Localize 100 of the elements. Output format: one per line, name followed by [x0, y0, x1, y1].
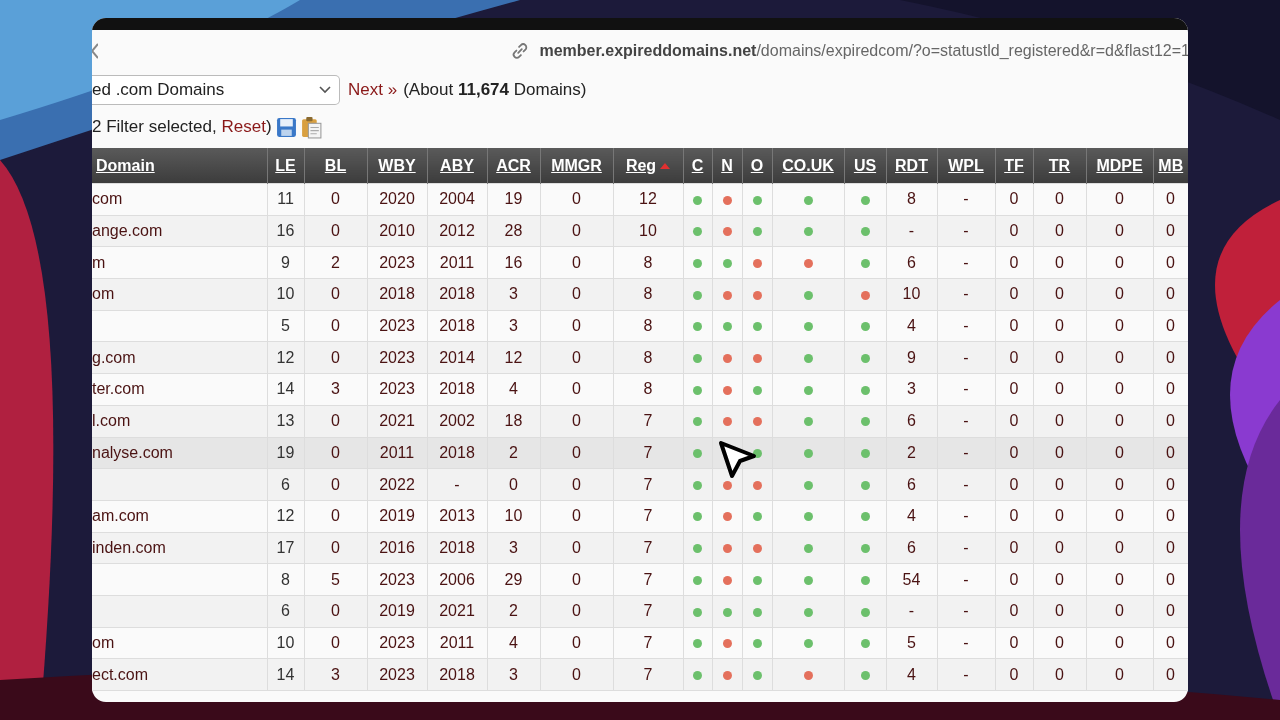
table-cell: 0 [1055, 412, 1064, 430]
table-cell: 10 [639, 222, 657, 240]
table-cell: 2 [509, 602, 518, 620]
table-cell: 54 [902, 570, 921, 588]
column-header[interactable]: WPL [937, 148, 995, 184]
table-cell: 0 [1009, 253, 1019, 271]
column-header[interactable]: ABY [427, 148, 487, 184]
table-cell: 0 [572, 317, 581, 335]
table-cell: 2019 [379, 602, 415, 620]
column-header[interactable]: CO.UK [772, 148, 844, 184]
table-cell: - [908, 222, 915, 240]
table-cell: 0 [1166, 475, 1175, 493]
table-cell: 7 [643, 538, 653, 556]
table-cell: 0 [1009, 633, 1019, 651]
list-select[interactable]: ed .com Domains [92, 75, 340, 105]
table-cell: 0 [1166, 633, 1175, 651]
column-header[interactable]: TF [995, 148, 1033, 184]
column-header[interactable]: N [712, 148, 742, 184]
column-header[interactable]: Domain [92, 148, 267, 184]
table-cell: 2018 [439, 665, 475, 683]
table-cell: 12 [639, 190, 657, 208]
table-cell: 7 [643, 665, 653, 683]
clipboard-icon[interactable] [300, 115, 322, 139]
table-cell: 0 [1115, 507, 1124, 525]
reset-link[interactable]: Reset [221, 117, 266, 137]
column-header[interactable]: C [683, 148, 712, 184]
table-cell: 3 [509, 538, 518, 556]
cursor-icon [718, 440, 758, 480]
column-header[interactable]: WBY [367, 148, 427, 184]
table-cell: 10 [276, 633, 295, 651]
table-cell: 0 [1055, 285, 1064, 303]
table-cell: - [963, 538, 969, 556]
back-chevron-icon[interactable] [92, 43, 98, 59]
sort-up-icon [660, 163, 671, 170]
table-cell: 0 [331, 443, 340, 461]
domain-link[interactable]: om [92, 633, 115, 651]
table-cell: 0 [1115, 570, 1124, 588]
domain-link[interactable]: m [92, 253, 106, 271]
column-header[interactable]: LE [267, 148, 304, 184]
table-cell: 0 [572, 507, 581, 525]
table-cell: 2023 [379, 570, 415, 588]
table-cell: 2023 [379, 317, 415, 335]
table-cell: - [963, 507, 969, 525]
table-cell: 0 [1055, 443, 1064, 461]
table-cell: 3 [331, 665, 340, 683]
table-cell: 18 [504, 412, 523, 430]
table-cell: 0 [1055, 538, 1064, 556]
table-cell: 8 [281, 570, 290, 588]
table-cell: 0 [1166, 412, 1175, 430]
domain-link[interactable]: l.com [92, 412, 131, 430]
table-cell: 0 [1055, 380, 1064, 398]
table-cell: 0 [1055, 317, 1064, 335]
table-cell: 0 [1055, 222, 1064, 240]
column-header[interactable]: MDPE [1086, 148, 1153, 184]
domain-link[interactable]: ect.com [92, 665, 148, 683]
column-header[interactable]: O [742, 148, 772, 184]
table-cell: 6 [907, 538, 916, 556]
table-cell: 6 [281, 602, 290, 620]
table-cell: 3 [907, 380, 916, 398]
table-cell: 0 [331, 602, 340, 620]
table-cell: - [963, 443, 969, 461]
table-cell: 0 [1166, 222, 1175, 240]
column-header[interactable]: RDT [886, 148, 937, 184]
table-cell: 7 [643, 412, 653, 430]
domain-link[interactable]: ter.com [92, 380, 145, 398]
table-cell: 0 [1166, 285, 1175, 303]
table-cell: 0 [331, 633, 340, 651]
table-cell: 2 [907, 443, 916, 461]
next-link[interactable]: Next » [348, 80, 398, 100]
table-cell: 12 [276, 507, 295, 525]
domain-link[interactable]: om [92, 285, 115, 303]
table-cell: 0 [572, 253, 581, 271]
table-cell: 0 [1166, 348, 1175, 366]
table-cell: 2018 [439, 317, 475, 335]
column-header[interactable]: BL [304, 148, 367, 184]
table-cell: 0 [331, 538, 340, 556]
table-cell: 0 [1115, 380, 1124, 398]
table-cell: 13 [276, 412, 295, 430]
domain-link[interactable]: com [92, 190, 123, 208]
table-cell: 0 [1166, 538, 1175, 556]
table-cell: - [963, 380, 969, 398]
table-cell: 2021 [439, 602, 475, 620]
column-header[interactable]: TR [1033, 148, 1086, 184]
table-cell: 2011 [379, 443, 415, 461]
table-cell: 2013 [439, 507, 475, 525]
table-cell: 10 [276, 285, 295, 303]
table-cell: - [963, 348, 969, 366]
table-cell: 8 [643, 380, 653, 398]
column-header[interactable]: ACR [487, 148, 540, 184]
table-cell: 0 [1009, 507, 1019, 525]
table-cell: 0 [331, 348, 340, 366]
column-header[interactable]: MMGR [540, 148, 613, 184]
column-header[interactable]: Reg [613, 148, 683, 184]
table-cell: 2023 [379, 348, 415, 366]
domain-link[interactable]: g.com [92, 348, 136, 366]
table-cell: 0 [1115, 317, 1124, 335]
column-header[interactable]: US [844, 148, 886, 184]
table-cell: 16 [504, 253, 523, 271]
column-header[interactable]: MB [1153, 148, 1188, 184]
domain-link[interactable]: am.com [92, 507, 149, 525]
